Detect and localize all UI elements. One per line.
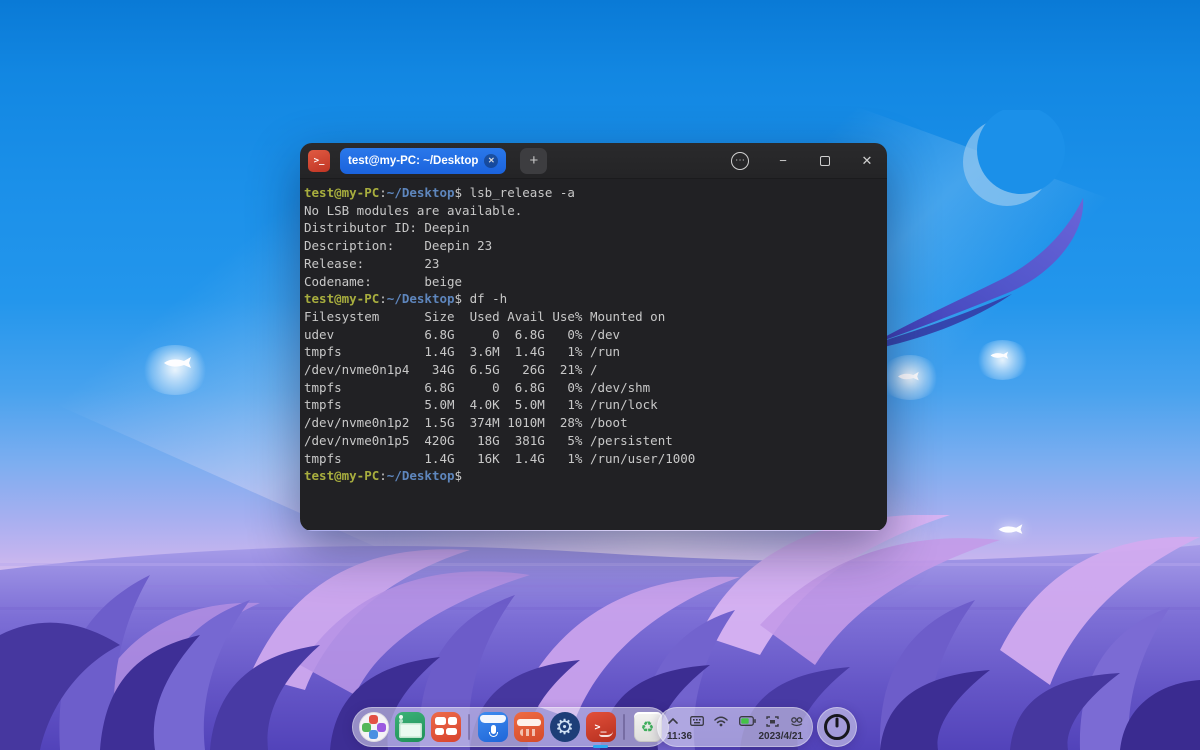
control-center-gear-icon: ⚙ xyxy=(550,712,580,742)
terminal-output-line: Distributor ID: Deepin xyxy=(304,219,881,237)
dock-item-toolbox[interactable] xyxy=(513,712,544,743)
screenshot-icon[interactable] xyxy=(766,716,779,727)
battery-icon[interactable] xyxy=(739,716,756,726)
terminal-output-line: Filesystem Size Used Avail Use% Mounted … xyxy=(304,308,881,326)
dock-item-voice-assistant[interactable] xyxy=(477,712,508,743)
window-menu-icon[interactable]: ⋯ xyxy=(731,152,749,170)
terminal-prompt-line: test@my-PC:~/Desktop$ df -h xyxy=(304,290,881,308)
terminal-output-line: No LSB modules are available. xyxy=(304,202,881,220)
dock-separator xyxy=(623,714,625,740)
terminal-output-line: /dev/nvme0n1p5 420G 18G 381G 5% /persist… xyxy=(304,432,881,450)
power-icon xyxy=(823,713,851,741)
close-icon[interactable]: ✕ xyxy=(859,153,875,169)
terminal-output-line: udev 6.8G 0 6.8G 0% /dev xyxy=(304,326,881,344)
terminal-output-line: /dev/nvme0n1p4 34G 6.5G 26G 21% / xyxy=(304,361,881,379)
toolbox-icon xyxy=(514,712,544,742)
fish-icon xyxy=(988,350,1010,361)
launcher-icon xyxy=(359,712,389,742)
terminal-titlebar[interactable]: >_ test@my-PC: ~/Desktop ✕ + ⋯ − ✕ xyxy=(300,143,887,179)
terminal-output-line: Description: Deepin 23 xyxy=(304,237,881,255)
terminal-window: >_ test@my-PC: ~/Desktop ✕ + ⋯ − ✕ test@… xyxy=(300,143,887,531)
dock-item-whiteboard[interactable] xyxy=(394,712,425,743)
dock: ⚙ >_ ♻ xyxy=(352,707,669,747)
terminal-output-line: /dev/nvme0n1p2 1.5G 374M 1010M 28% /boot xyxy=(304,414,881,432)
terminal-prompt-glyph: >_ xyxy=(314,156,325,166)
dock-item-terminal[interactable]: >_ xyxy=(585,712,616,743)
clock-date[interactable]: 2023/4/21 xyxy=(759,731,804,742)
shutdown-button[interactable] xyxy=(823,713,851,741)
tab-title: test@my-PC: ~/Desktop xyxy=(348,155,478,167)
fish-icon xyxy=(160,355,194,371)
clock-time[interactable]: 11:36 xyxy=(667,731,692,742)
terminal-output[interactable]: test@my-PC:~/Desktop$ lsb_release -aNo L… xyxy=(300,179,887,530)
terminal-prompt-line: test@my-PC:~/Desktop$ lsb_release -a xyxy=(304,184,881,202)
power-pill xyxy=(817,707,857,747)
terminal-output-line: Release: 23 xyxy=(304,255,881,273)
app-store-icon xyxy=(431,712,461,742)
system-tray: 11:36 2023/4/21 xyxy=(657,707,813,747)
terminal-output-line: tmpfs 5.0M 4.0K 5.0M 1% /run/lock xyxy=(304,396,881,414)
whiteboard-icon xyxy=(395,712,425,742)
fish-icon xyxy=(895,370,921,383)
wifi-icon[interactable] xyxy=(714,716,728,727)
tab-close-icon[interactable]: ✕ xyxy=(484,154,498,168)
terminal-dock-icon: >_ xyxy=(586,712,616,742)
dock-separator xyxy=(468,714,470,740)
terminal-output-line: tmpfs 1.4G 3.6M 1.4G 1% /run xyxy=(304,343,881,361)
terminal-prompt-line: test@my-PC:~/Desktop$ xyxy=(304,467,881,485)
terminal-tab[interactable]: test@my-PC: ~/Desktop ✕ xyxy=(340,148,506,174)
dock-item-control-center[interactable]: ⚙ xyxy=(549,712,580,743)
screen-recorder-icon[interactable] xyxy=(790,716,803,727)
onscreen-keyboard-icon[interactable] xyxy=(690,716,704,726)
new-tab-button[interactable]: + xyxy=(520,148,547,174)
terminal-output-line: tmpfs 1.4G 16K 1.4G 1% /run/user/1000 xyxy=(304,450,881,468)
terminal-output-line: Codename: beige xyxy=(304,273,881,291)
minimize-icon[interactable]: − xyxy=(775,153,791,169)
expand-chevron-icon[interactable] xyxy=(667,717,679,725)
terminal-output-line: tmpfs 6.8G 0 6.8G 0% /dev/shm xyxy=(304,379,881,397)
dock-item-app-store[interactable] xyxy=(430,712,461,743)
running-indicator xyxy=(593,745,608,748)
terminal-app-icon: >_ xyxy=(308,150,330,172)
dock-item-launcher[interactable] xyxy=(358,712,389,743)
voice-assistant-icon xyxy=(478,712,508,742)
maximize-icon[interactable] xyxy=(817,153,833,169)
whale-tail-shape xyxy=(860,180,1100,350)
